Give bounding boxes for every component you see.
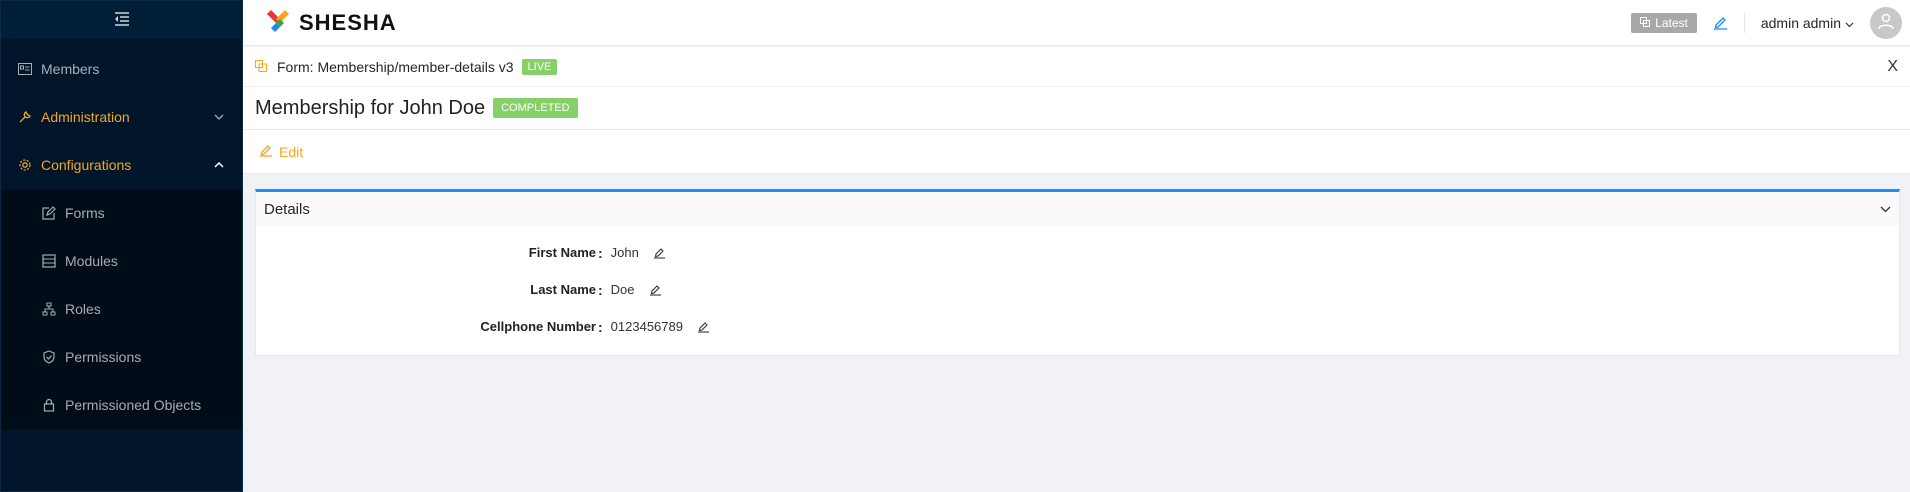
logo-text: SHESHA xyxy=(299,9,397,35)
edit-button[interactable]: Edit xyxy=(259,143,303,160)
user-menu[interactable]: admin admin xyxy=(1761,15,1854,31)
toolbar: Edit xyxy=(243,130,1910,174)
sidebar-item-members[interactable]: Members xyxy=(1,45,242,93)
field-value: Doe xyxy=(610,282,635,297)
field-cellphone-number: Cellphone Number : 0123456789 xyxy=(256,308,1899,345)
edit-icon[interactable] xyxy=(653,246,666,259)
sidebar-item-roles[interactable]: Roles xyxy=(1,285,242,333)
status-badge: COMPLETED xyxy=(493,98,578,118)
field-colon: : xyxy=(598,318,603,335)
edit-icon xyxy=(259,143,273,160)
header-actions: Latest admin admin xyxy=(1631,6,1910,39)
edit-label: Edit xyxy=(279,143,304,160)
field-value: 0123456789 xyxy=(610,319,683,334)
sidebar-item-label: Administration xyxy=(41,109,130,125)
form-path: Form: Membership/member-details v3 xyxy=(277,58,514,75)
sidebar-item-label: Permissioned Objects xyxy=(65,397,202,413)
avatar[interactable] xyxy=(1870,6,1902,39)
details-panel-body: First Name : John Last Name : Doe Cellph… xyxy=(256,226,1899,355)
lock-icon xyxy=(41,397,57,413)
configurations-submenu: Forms Modules Roles Permissions Permissi… xyxy=(1,189,242,429)
sidebar-item-modules[interactable]: Modules xyxy=(1,237,242,285)
field-label: Cellphone Number xyxy=(480,319,596,334)
gear-icon xyxy=(17,157,33,173)
panel-title: Details xyxy=(264,200,310,218)
sidebar-item-label: Modules xyxy=(65,253,118,269)
user-name: admin admin xyxy=(1760,14,1841,31)
sidebar-item-forms[interactable]: Forms xyxy=(1,189,242,237)
field-value: John xyxy=(610,245,639,260)
sidebar-item-permissioned-objects[interactable]: Permissioned Objects xyxy=(1,381,242,429)
sidebar-item-label: Members xyxy=(41,61,100,77)
field-colon: : xyxy=(598,244,603,261)
close-button[interactable]: X xyxy=(1887,58,1898,76)
sidebar-item-label: Configurations xyxy=(41,157,132,173)
sidebar-collapse-button[interactable] xyxy=(1,1,242,39)
field-colon: : xyxy=(598,281,603,298)
chevron-down-icon xyxy=(1880,202,1891,216)
id-card-icon xyxy=(17,61,33,77)
details-panel: Details First Name : John Last Name : Do… xyxy=(255,189,1900,356)
edit-icon[interactable] xyxy=(1713,15,1728,30)
chevron-down-icon xyxy=(1845,15,1854,31)
sidebar-item-administration[interactable]: Administration xyxy=(1,93,242,141)
field-last-name: Last Name : Doe xyxy=(256,271,1899,308)
page-title: Membership for John Doe xyxy=(255,96,486,119)
sidebar-item-label: Forms xyxy=(65,205,105,221)
main-content: Form: Membership/member-details v3 LIVE … xyxy=(243,47,1910,492)
tool-icon xyxy=(17,109,33,125)
latest-label: Latest xyxy=(1655,15,1688,30)
sidebar-item-label: Permissions xyxy=(65,349,142,365)
form-edit-icon xyxy=(41,205,57,221)
form-info-bar: Form: Membership/member-details v3 LIVE … xyxy=(243,47,1910,87)
sidebar-item-label: Roles xyxy=(65,301,101,317)
field-label: Last Name xyxy=(530,282,596,297)
sidebar: Members Administration Configurations Fo… xyxy=(0,0,243,492)
details-panel-header[interactable]: Details xyxy=(256,192,1899,226)
edit-icon[interactable] xyxy=(697,320,710,333)
header-divider xyxy=(1743,12,1745,33)
edit-icon[interactable] xyxy=(649,283,662,296)
chevron-up-icon xyxy=(214,159,224,171)
chevron-down-icon xyxy=(214,111,224,123)
user-icon xyxy=(1877,12,1895,33)
field-first-name: First Name : John xyxy=(256,234,1899,271)
sidebar-item-configurations[interactable]: Configurations xyxy=(1,141,242,189)
sidebar-item-permissions[interactable]: Permissions xyxy=(1,333,242,381)
logo[interactable]: SHESHA xyxy=(267,7,397,39)
top-header: SHESHA Latest admin admin xyxy=(243,0,1910,46)
shesha-logo-icon xyxy=(267,7,293,39)
field-label: First Name xyxy=(528,245,596,260)
copy-icon xyxy=(1640,16,1651,30)
live-badge: LIVE xyxy=(521,58,558,75)
shield-icon xyxy=(41,349,57,365)
hierarchy-icon xyxy=(41,301,57,317)
form-copy-icon[interactable] xyxy=(255,59,267,75)
modules-icon xyxy=(41,253,57,269)
latest-button[interactable]: Latest xyxy=(1631,12,1697,33)
menu-fold-icon xyxy=(114,11,130,29)
title-bar: Membership for John Doe COMPLETED xyxy=(243,87,1910,130)
